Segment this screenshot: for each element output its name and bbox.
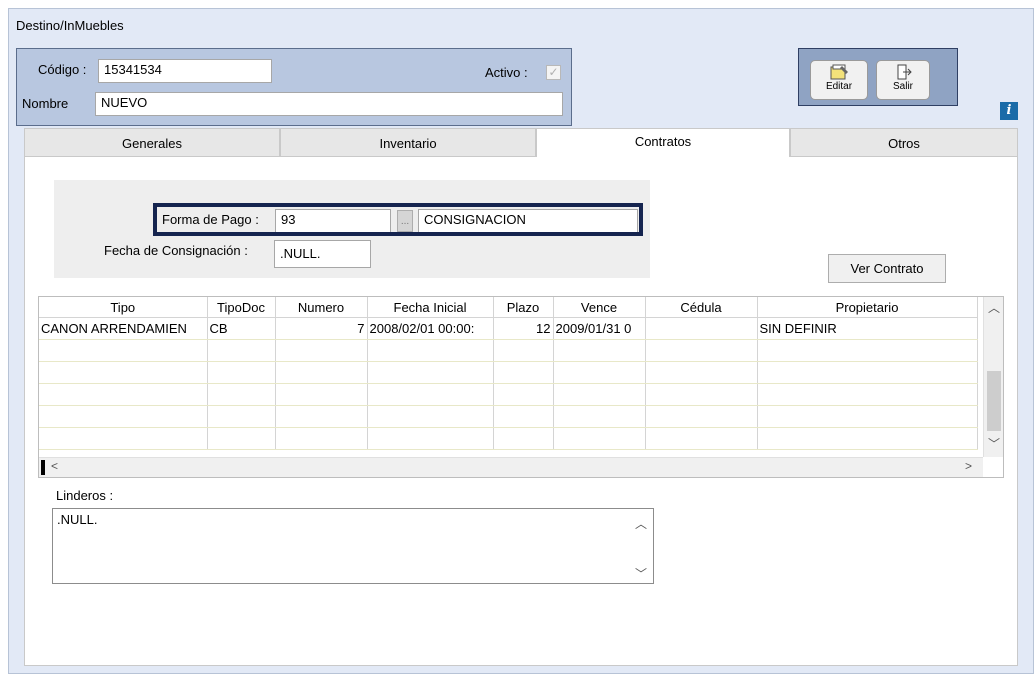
cell-plazo[interactable]: 12 (493, 317, 554, 340)
tab-contratos[interactable]: Contratos (536, 128, 790, 157)
cell-tipo[interactable] (39, 405, 208, 428)
cell-tipo[interactable]: CANON ARRENDAMIEN (39, 317, 208, 340)
table-row[interactable] (39, 405, 978, 428)
cell-numero[interactable] (275, 405, 368, 428)
tab-generales[interactable]: Generales (24, 128, 280, 157)
cell-propietario[interactable] (757, 427, 978, 450)
column-header-tipo[interactable]: Tipo (39, 297, 208, 318)
column-header-tipodoc[interactable]: TipoDoc (207, 297, 276, 318)
cell-plazo[interactable] (493, 427, 554, 450)
cell-propietario[interactable] (757, 361, 978, 384)
cell-tipo[interactable] (39, 427, 208, 450)
cell-plazo[interactable] (493, 339, 554, 362)
cell-numero[interactable] (275, 383, 368, 406)
cell-propietario[interactable] (757, 405, 978, 428)
cell-fecha-inicial[interactable] (367, 339, 494, 362)
nombre-label: Nombre (22, 96, 69, 111)
editar-button[interactable]: Editar (810, 60, 868, 100)
cell-tipodoc[interactable] (207, 383, 276, 406)
activo-label: Activo : (485, 65, 528, 80)
column-header-vence[interactable]: Vence (553, 297, 646, 318)
cell-fecha-inicial[interactable] (367, 427, 494, 450)
selection-highlight (153, 203, 643, 236)
contracts-grid: Tipo TipoDoc Numero Fecha Inicial Plazo … (38, 296, 1004, 478)
column-header-numero[interactable]: Numero (275, 297, 368, 318)
textarea-scroll-up-icon[interactable]: ︿ (635, 515, 647, 532)
salir-label: Salir (892, 81, 913, 92)
cell-vence[interactable] (553, 405, 646, 428)
cell-tipodoc[interactable] (207, 405, 276, 428)
linderos-text: .NULL. (57, 512, 98, 527)
table-row[interactable] (39, 383, 978, 406)
codigo-label: Código : (38, 62, 87, 77)
grid-horizontal-scrollbar[interactable]: < > (39, 457, 983, 477)
cell-tipo[interactable] (39, 339, 208, 362)
cell-tipodoc[interactable]: CB (207, 317, 276, 340)
scroll-right-icon[interactable]: > (965, 459, 972, 473)
cell-tipo[interactable] (39, 383, 208, 406)
table-row[interactable] (39, 361, 978, 384)
cell-propietario[interactable] (757, 383, 978, 406)
column-header-plazo[interactable]: Plazo (493, 297, 554, 318)
scroll-left-icon[interactable]: < (51, 459, 58, 473)
cell-vence[interactable] (553, 383, 646, 406)
linderos-textarea[interactable]: .NULL. ︿ ﹀ (52, 508, 654, 584)
cell-numero[interactable] (275, 361, 368, 384)
cell-cedula[interactable] (645, 383, 758, 406)
cell-numero[interactable] (275, 339, 368, 362)
grid-scroll-thumb[interactable] (987, 371, 1001, 431)
textarea-scroll-down-icon[interactable]: ﹀ (635, 565, 647, 582)
salir-button[interactable]: Salir (876, 60, 930, 100)
cell-fecha-inicial[interactable]: 2008/02/01 00:00: (367, 317, 494, 340)
column-header-propietario[interactable]: Propietario (757, 297, 978, 318)
cell-cedula[interactable] (645, 361, 758, 384)
edit-icon (830, 64, 848, 80)
exit-icon (897, 64, 912, 80)
cell-fecha-inicial[interactable] (367, 383, 494, 406)
cell-tipodoc[interactable] (207, 427, 276, 450)
cell-vence[interactable] (553, 427, 646, 450)
cell-vence[interactable] (553, 361, 646, 384)
column-header-fecha-inicial[interactable]: Fecha Inicial (367, 297, 494, 318)
cell-fecha-inicial[interactable] (367, 405, 494, 428)
cell-numero[interactable]: 7 (275, 317, 368, 340)
cell-tipodoc[interactable] (207, 361, 276, 384)
cell-cedula[interactable] (645, 427, 758, 450)
cell-cedula[interactable] (645, 317, 758, 340)
fecha-consignacion-field[interactable]: .NULL. (274, 240, 371, 268)
table-row[interactable] (39, 339, 978, 362)
scroll-up-icon[interactable]: ︿ (988, 299, 1000, 316)
nombre-field[interactable]: NUEVO (95, 92, 563, 116)
cell-numero[interactable] (275, 427, 368, 450)
ver-contrato-button[interactable]: Ver Contrato (828, 254, 946, 283)
grid-vertical-scrollbar[interactable]: ︿ ﹀ (983, 297, 1003, 457)
grid-header-row: Tipo TipoDoc Numero Fecha Inicial Plazo … (39, 297, 978, 318)
cell-cedula[interactable] (645, 339, 758, 362)
cell-plazo[interactable] (493, 405, 554, 428)
cell-tipo[interactable] (39, 361, 208, 384)
cell-plazo[interactable] (493, 361, 554, 384)
cell-cedula[interactable] (645, 405, 758, 428)
tab-otros[interactable]: Otros (790, 128, 1018, 157)
editar-label: Editar (825, 81, 853, 92)
table-row[interactable]: CANON ARRENDAMIEN CB 7 2008/02/01 00:00: 12 2… (39, 317, 978, 340)
activo-checkbox[interactable]: ✓ (546, 65, 561, 80)
cell-vence[interactable]: 2009/01/31 0 (553, 317, 646, 340)
fecha-consignacion-label: Fecha de Consignación : (104, 243, 248, 258)
cell-vence[interactable] (553, 339, 646, 362)
scroll-down-icon[interactable]: ﹀ (988, 435, 1000, 452)
grid-hscroll-thumb[interactable] (41, 460, 45, 475)
cell-propietario[interactable] (757, 339, 978, 362)
cell-tipodoc[interactable] (207, 339, 276, 362)
cell-fecha-inicial[interactable] (367, 361, 494, 384)
cell-plazo[interactable] (493, 383, 554, 406)
linderos-label: Linderos : (56, 488, 114, 503)
column-header-cedula[interactable]: Cédula (645, 297, 758, 318)
table-row[interactable] (39, 427, 978, 450)
cell-propietario[interactable]: SIN DEFINIR (757, 317, 978, 340)
tab-inventario[interactable]: Inventario (280, 128, 536, 157)
window-title: Destino/InMuebles (16, 18, 124, 33)
codigo-field[interactable]: 15341534 (98, 59, 272, 83)
info-icon[interactable]: i (1000, 102, 1018, 120)
